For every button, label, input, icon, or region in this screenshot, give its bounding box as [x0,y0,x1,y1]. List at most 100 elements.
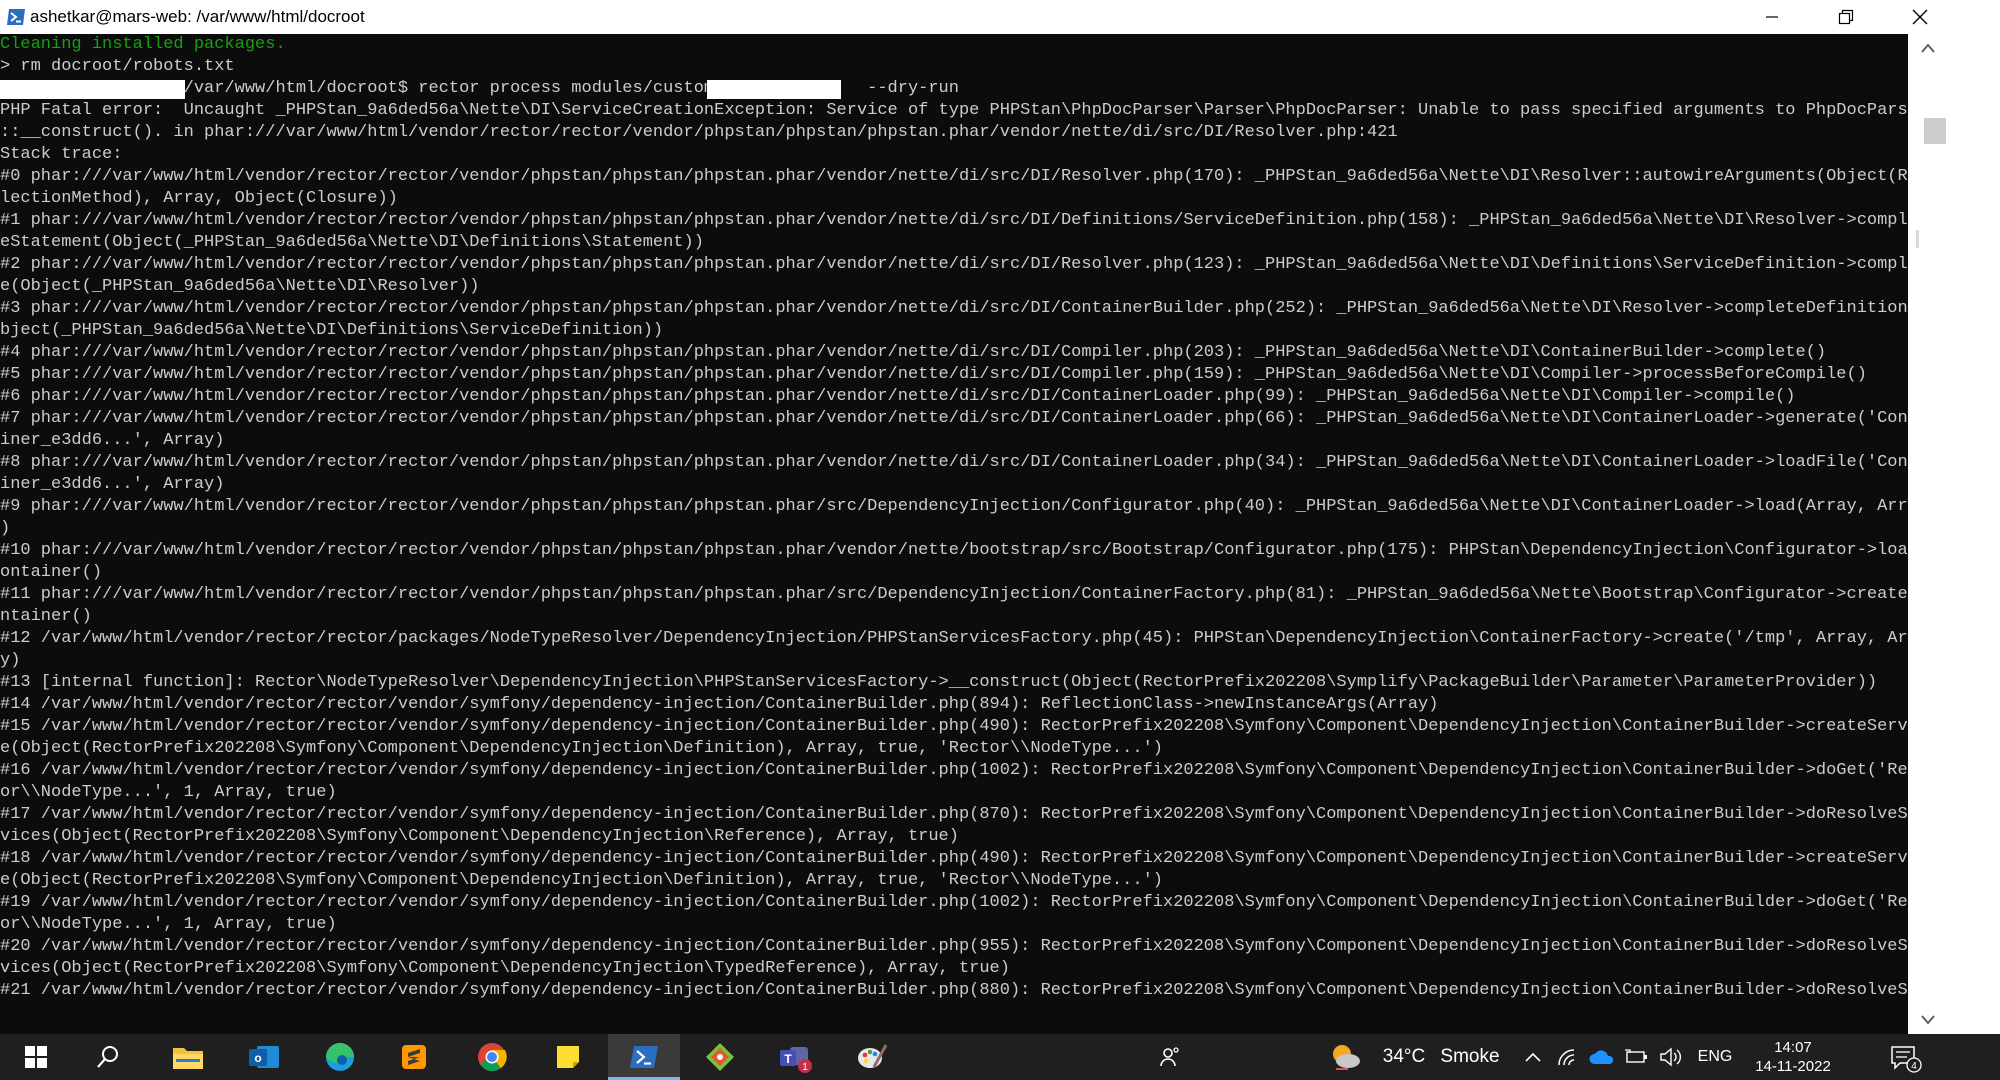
restore-button[interactable] [1816,0,1876,34]
pin-sticky-notes[interactable] [532,1034,604,1080]
pin-outlook[interactable]: o [228,1034,300,1080]
onedrive-status[interactable] [1586,1034,1618,1080]
svg-text:o: o [254,1051,261,1065]
outlook-icon: o [249,1046,279,1068]
clock[interactable]: 14:07 14-11-2022 [1738,1034,1848,1080]
terminal-line: #11 phar:///var/www/html/vendor/rector/r… [0,585,1908,604]
scroll-down-icon[interactable] [1920,1014,1936,1026]
minimize-button[interactable] [1742,0,1802,34]
weather-icon-wrap[interactable] [1326,1034,1366,1080]
terminal-line: ontainer() [0,563,103,582]
restore-icon [1838,9,1854,25]
teams-badge-count: 1 [802,1062,808,1073]
terminal-line: Cleaning installed packages. [0,35,286,54]
terminal-line: or\\NodeType...', 1, Array, true) [0,915,337,934]
pin-paint[interactable] [836,1034,908,1080]
terminal-line: #2 phar:///var/www/html/vendor/rector/re… [0,255,1908,274]
vertical-scrollbar[interactable] [1908,34,1951,1034]
terminal-line: /var/www/html/docroot$ rector process mo… [0,79,959,99]
notification-count: 4 [1911,1061,1917,1072]
terminal-line: #9 phar:///var/www/html/vendor/rector/re… [0,497,1908,516]
pin-sublime-text[interactable] [378,1034,450,1080]
redacted-text [707,80,841,99]
chrome-icon [478,1043,507,1072]
pin-chrome[interactable] [456,1034,528,1080]
git-diamond-icon [706,1043,734,1071]
battery-status[interactable] [1622,1034,1652,1080]
terminal-line: #15 /var/www/html/vendor/rector/rector/v… [0,717,1908,736]
powershell-icon [6,7,26,27]
teams-icon: T 1 [780,1047,812,1073]
notification-icon: 4 [1891,1046,1922,1073]
pin-file-explorer[interactable] [152,1034,224,1080]
terminal-line: or\\NodeType...', 1, Array, true) [0,783,337,802]
taskbar: o T 1 34°C Smoke ENG 14:07 14-11-2022 4 [0,1034,2000,1080]
people-button[interactable] [1150,1034,1190,1080]
terminal-line: ntainer() [0,607,92,626]
clock-time: 14:07 [1774,1039,1812,1056]
terminal-window: ashetkar@mars-web: /var/www/html/docroot… [0,0,1951,1034]
terminal-lines: Cleaning installed packages. > rm docroot… [0,34,1908,1002]
title-bar[interactable]: ashetkar@mars-web: /var/www/html/docroot [0,0,1951,34]
speaker-icon [1660,1047,1681,1067]
search-button[interactable] [72,1034,144,1080]
windows-logo-icon [25,1046,47,1068]
terminal-line: #5 phar:///var/www/html/vendor/rector/re… [0,365,1867,384]
redacted-text [0,80,185,99]
terminal-line: lectionMethod), Array, Object(Closure)) [0,189,398,208]
terminal-line: ) [0,519,11,538]
battery-plug-icon [1625,1049,1647,1063]
terminal-line: #21 /var/www/html/vendor/rector/rector/v… [0,981,1908,1000]
terminal-line: #0 phar:///var/www/html/vendor/rector/re… [0,167,1908,186]
terminal-line: eStatement(Object(_PHPStan_9a6ded56a\Net… [0,233,704,252]
weather-condition[interactable]: Smoke [1436,1034,1504,1080]
minimize-icon [1766,16,1778,18]
weather-temperature[interactable]: 34°C [1376,1034,1432,1080]
terminal-line: #1 phar:///var/www/html/vendor/rector/re… [0,211,1908,230]
scrollbar-thumb[interactable] [1924,118,1946,144]
onedrive-cloud-icon [1589,1050,1614,1064]
search-icon [97,1046,118,1068]
terminal-line: Stack trace: [0,145,123,164]
powershell-taskbar-icon [630,1046,658,1068]
terminal-output[interactable]: Cleaning installed packages. > rm docroot… [0,34,1908,1034]
wifi-icon [1558,1049,1575,1066]
weather-temp-text: 34°C [1382,1046,1426,1067]
terminal-line: #18 /var/www/html/vendor/rector/rector/v… [0,849,1908,868]
terminal-line: vices(Object(RectorPrefix202208\Symfony\… [0,827,959,846]
input-language[interactable]: ENG [1692,1034,1738,1080]
pin-teams[interactable]: T 1 [760,1034,832,1080]
terminal-line: #12 /var/www/html/vendor/rector/rector/p… [0,629,1908,648]
scroll-up-icon[interactable] [1920,42,1936,54]
chevron-up-icon [1525,1052,1541,1062]
sublime-text-icon [402,1045,426,1069]
terminal-line: y) [0,651,21,670]
terminal-line: #10 phar:///var/www/html/vendor/rector/r… [0,541,1908,560]
svg-text:T: T [784,1052,792,1066]
edge-icon [326,1043,354,1071]
terminal-line: #7 phar:///var/www/html/vendor/rector/re… [0,409,1908,428]
terminal-line: #8 phar:///var/www/html/vendor/rector/re… [0,453,1908,472]
scroll-track-marker [1916,230,1919,248]
start-button[interactable] [0,1034,72,1080]
terminal-line: PHP Fatal error: Uncaught _PHPStan_9a6de… [0,101,1908,120]
window-title: ashetkar@mars-web: /var/www/html/docroot [30,7,365,26]
terminal-line: #13 [internal function]: Rector\NodeType… [0,673,1878,692]
pin-powershell[interactable] [608,1034,680,1080]
pin-edge[interactable] [304,1034,376,1080]
close-button[interactable] [1890,0,1950,34]
show-hidden-icons-button[interactable] [1520,1034,1546,1080]
terminal-line: #4 phar:///var/www/html/vendor/rector/re… [0,343,1827,362]
terminal-line: #14 /var/www/html/vendor/rector/rector/v… [0,695,1439,714]
terminal-line: ::__construct(). in phar:///var/www/html… [0,123,1398,142]
pin-git-extensions[interactable] [684,1034,756,1080]
people-icon [1160,1047,1179,1067]
action-center-button[interactable]: 4 [1880,1034,1930,1080]
wifi-status[interactable] [1554,1034,1582,1080]
terminal-line: iner_e3dd6...', Array) [0,431,225,450]
volume-control[interactable] [1656,1034,1686,1080]
terminal-line: iner_e3dd6...', Array) [0,475,225,494]
terminal-line: e(Object(_PHPStan_9a6ded56a\Nette\DI\Res… [0,277,480,296]
terminal-line: #19 /var/www/html/vendor/rector/rector/v… [0,893,1908,912]
terminal-line: vices(Object(RectorPrefix202208\Symfony\… [0,959,1010,978]
